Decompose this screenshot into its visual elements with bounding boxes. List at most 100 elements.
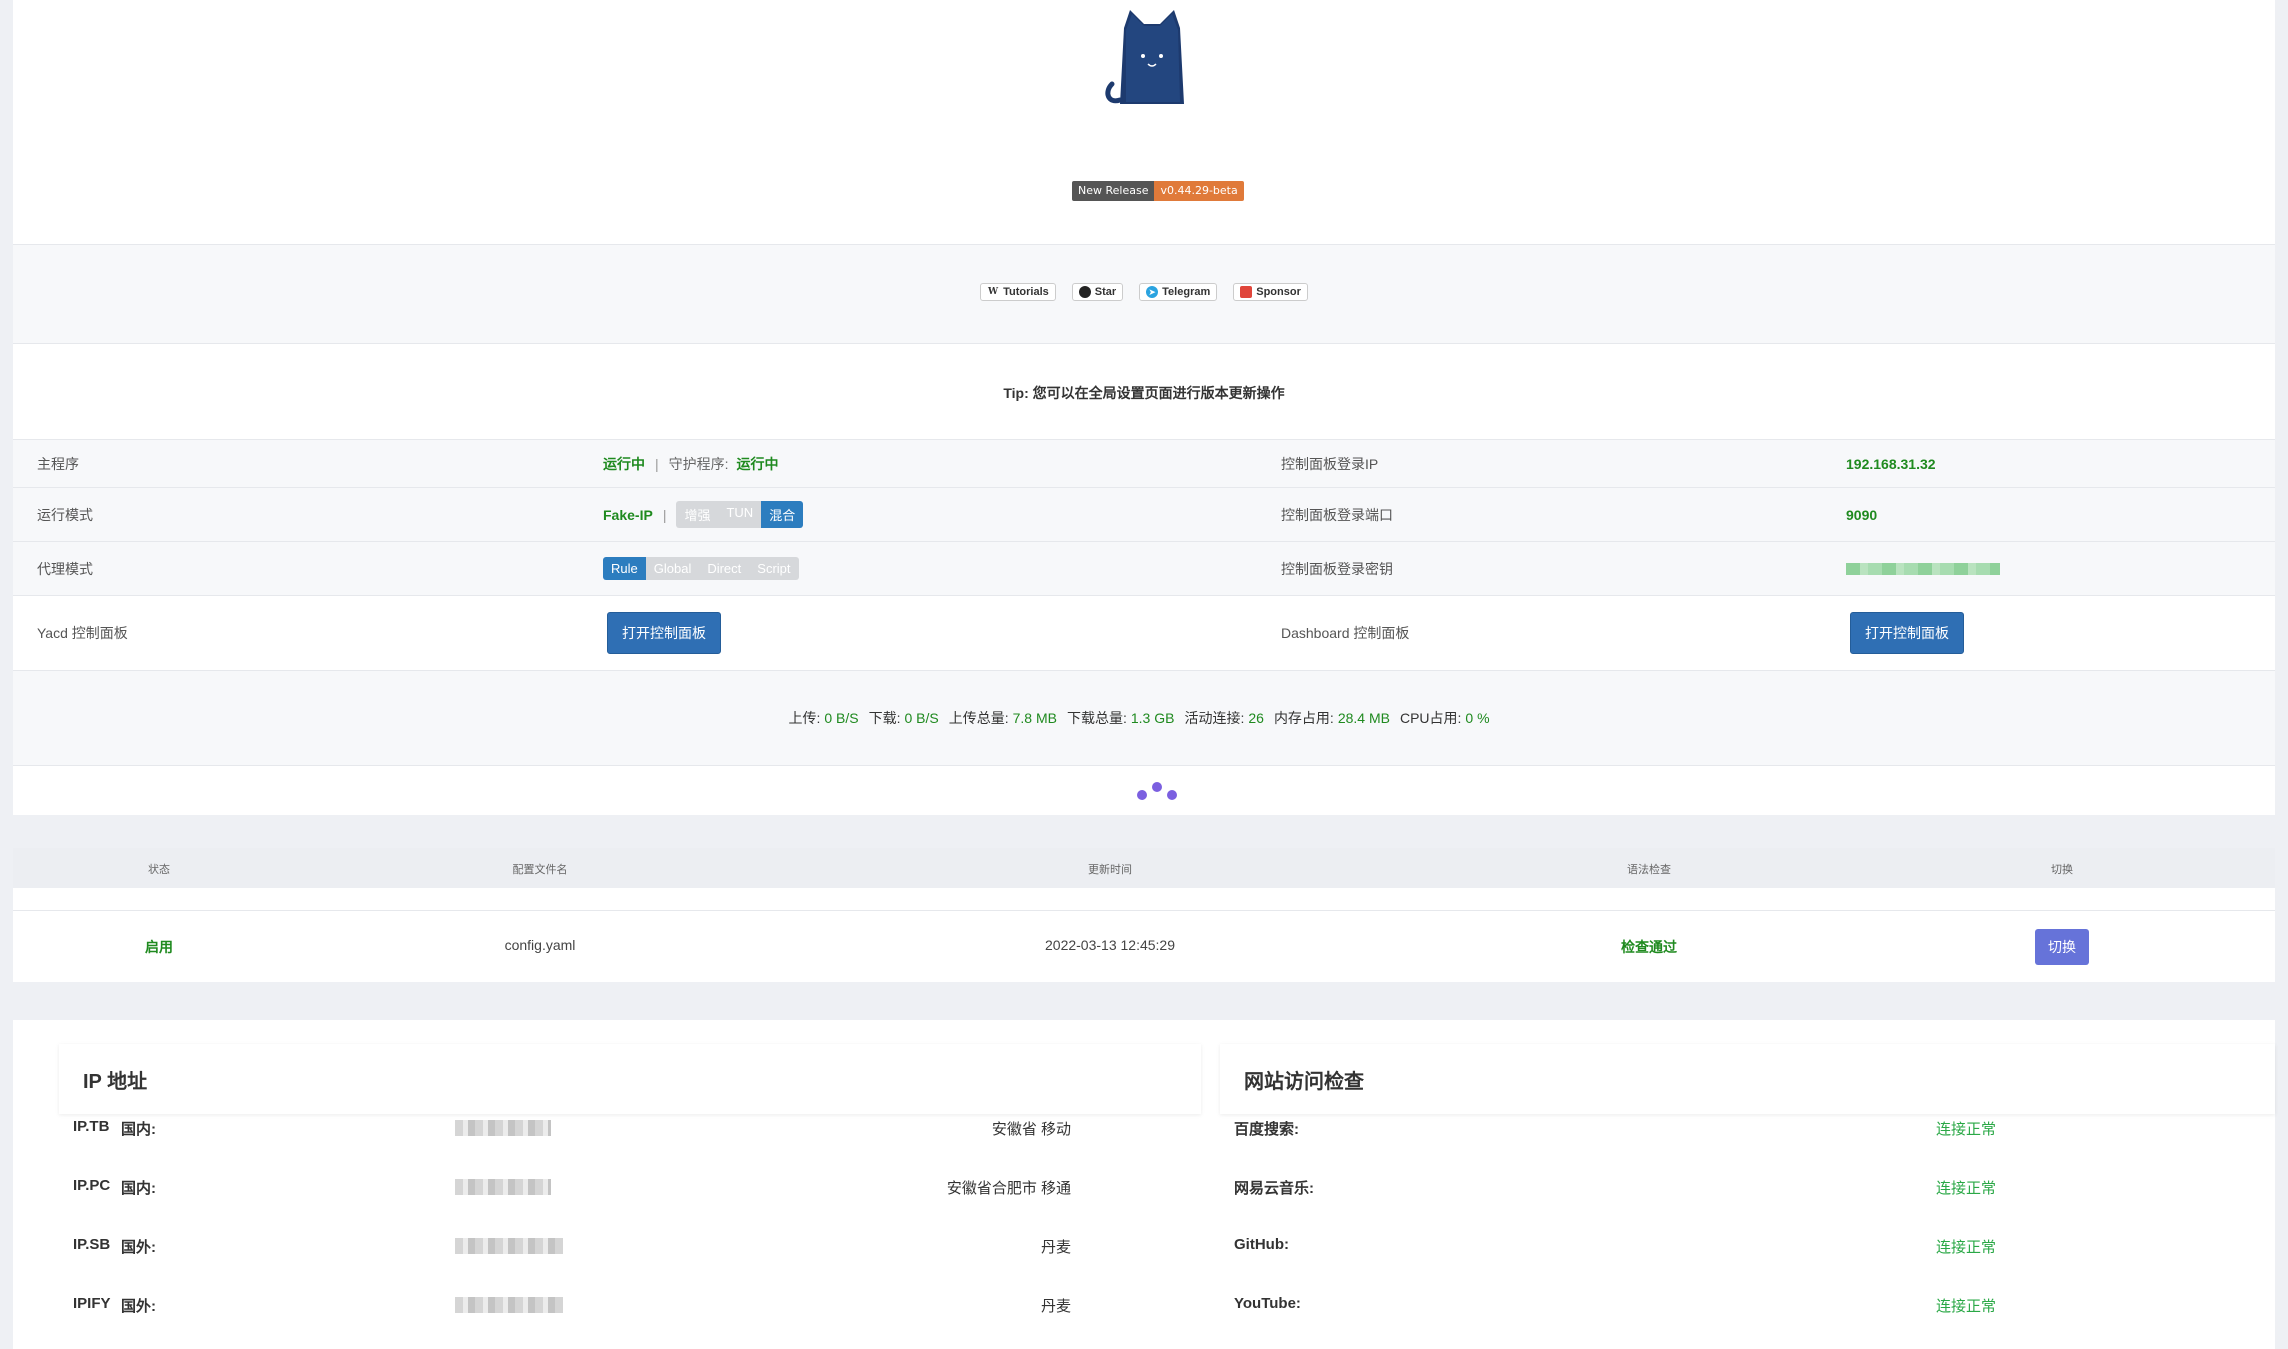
ip-source: IP.PC [73,1177,111,1194]
download-total-value: 1.3 GB [1130,710,1175,726]
ip-source: IPIFY [73,1295,111,1312]
site-panel-title: 网站访问检查 [1220,1044,2275,1114]
proxy-mode-control: Rule Global Direct Script [603,542,799,595]
run-mode-option-enhanced[interactable]: 增强 [676,501,719,528]
open-dashboard-button[interactable]: 打开控制面板 [1850,612,1964,654]
header-syntax: 语法检查 [1627,864,1671,876]
panel-port-label: 控制面板登录端口 [1281,506,1393,523]
ip-location: 安徽省 移动 [991,1121,1071,1138]
ip-row-ipsb: IP.SB 国外: 丹麦 [73,1236,1071,1276]
site-result: 连接正常 [1936,1121,1997,1138]
proxy-mode-option-script[interactable]: Script [749,557,799,580]
cpu-value: 0 % [1465,710,1490,726]
proxy-mode-option-global[interactable]: Global [645,557,700,580]
run-mode-option-tun[interactable]: TUN [718,501,762,528]
switch-config-button[interactable]: 切换 [2035,929,2089,965]
table-row: 启用 config.yaml 2022-03-13 12:45:29 检查通过 … [13,910,2275,982]
ip-row-ipify: IPIFY 国外: 丹麦 [73,1295,1071,1335]
run-mode-value: Fake-IP [603,506,653,523]
site-row-baidu: 百度搜索: 连接正常 [1234,1118,2134,1158]
yacd-button-cell: 打开控制面板 [607,596,721,670]
site-name: GitHub: [1234,1236,1289,1253]
github-icon [1078,286,1091,298]
status-row-run-mode: 运行模式 Fake-IP | 增强 TUN 混合 控制面板登录端口 9090 [13,487,2275,541]
cpu-label: CPU占用: [1399,710,1462,726]
ip-row-ippc: IP.PC 国内: 安徽省合肥市 移通 [73,1177,1071,1217]
config-filename: config.yaml [504,937,576,953]
masked-ip [455,1179,551,1195]
network-check-card: IP 地址 网站访问检查 IP.TB 国内: 安徽省 移动 IP.PC 国内: … [13,1020,2275,1349]
sponsor-label: Sponsor [1256,286,1301,298]
wikipedia-icon: W [988,287,999,297]
run-mode-option-mixed[interactable]: 混合 [761,501,804,528]
separator: | [655,455,659,472]
status-row-proxy-mode: 代理模式 Rule Global Direct Script 控制面板登录密钥 [13,541,2275,595]
proxy-mode-option-rule[interactable]: Rule [603,557,646,580]
traffic-stats: 上传: 0 B/S 下载: 0 B/S 上传总量: 7.8 MB 下载总量: 1… [13,670,2275,766]
ip-region: 国内: [121,1180,156,1197]
tutorials-label: Tutorials [1003,286,1049,298]
panel-ip-value: 192.168.31.32 [1846,455,1936,472]
upload-total-label: 上传总量: [948,710,1009,726]
sponsor-link[interactable]: Sponsor [1233,283,1308,301]
telegram-icon: ➤ [1146,286,1159,298]
ip-panel-title: IP 地址 [59,1044,1201,1114]
connections-value: 26 [1248,710,1264,726]
links-band: W Tutorials Star ➤ Telegram Sponsor [13,244,2275,344]
yacd-label: Yacd 控制面板 [37,625,128,641]
header-updated: 更新时间 [1088,864,1132,876]
panel-secret-label: 控制面板登录密钥 [1281,560,1393,577]
config-status: 启用 [145,939,173,955]
ip-source: IP.SB [73,1236,111,1253]
ip-location: 丹麦 [1040,1298,1071,1315]
panel-ip-label: 控制面板登录IP [1281,455,1379,472]
github-star-link[interactable]: Star [1071,283,1124,301]
header-status: 状态 [148,864,170,876]
masked-ip [455,1297,563,1313]
site-result: 连接正常 [1936,1180,1997,1197]
status-row-dashboards: Yacd 控制面板 打开控制面板 Dashboard 控制面板 打开控制面板 [13,595,2275,670]
main-program-value: 运行中 [603,455,645,472]
panel-port-value: 9090 [1846,506,1878,523]
config-table-header: 状态 配置文件名 更新时间 语法检查 切换 [13,848,2275,888]
status-row-program: 主程序 运行中 | 守护程序: 运行中 控制面板登录IP 192.168.31.… [13,439,2275,487]
ip-region: 国内: [121,1121,156,1138]
proxy-mode-option-direct[interactable]: Direct [699,557,750,580]
upload-label: 上传: [788,710,821,726]
daemon-value: 运行中 [736,455,779,472]
config-updated: 2022-03-13 12:45:29 [1045,937,1175,953]
release-badge-version: v0.44.29-beta [1154,181,1244,201]
release-badge[interactable]: New Release v0.44.29-beta [1072,181,1244,201]
ip-region: 国外: [121,1298,156,1315]
masked-secret [1846,562,2000,575]
telegram-link[interactable]: ➤ Telegram [1139,283,1218,301]
clash-cat-logo [1105,10,1184,104]
download-value: 0 B/S [904,710,939,726]
daemon-label: 守护程序: [668,455,729,472]
site-name: 网易云音乐: [1234,1180,1314,1197]
sponsor-icon [1240,286,1253,298]
memory-value: 28.4 MB [1337,710,1390,726]
loading-dot [1152,782,1162,792]
memory-label: 内存占用: [1273,710,1334,726]
open-yacd-button[interactable]: 打开控制面板 [607,612,721,654]
tutorials-link[interactable]: W Tutorials [980,283,1056,301]
site-name: 百度搜索: [1234,1121,1299,1138]
site-result: 连接正常 [1936,1239,1997,1256]
ip-row-iptb: IP.TB 国内: 安徽省 移动 [73,1118,1071,1158]
release-badge-label: New Release [1072,181,1155,201]
site-result: 连接正常 [1936,1298,1997,1315]
main-program-label: 主程序 [37,455,79,472]
panel-secret-value [1846,542,2000,595]
upload-total-value: 7.8 MB [1012,710,1057,726]
ip-region: 国外: [121,1239,156,1256]
site-row-netease: 网易云音乐: 连接正常 [1234,1177,2134,1217]
download-label: 下载: [868,710,901,726]
upload-value: 0 B/S [824,710,859,726]
ip-location: 安徽省合肥市 移通 [946,1180,1071,1197]
header-filename: 配置文件名 [512,864,568,876]
connections-label: 活动连接: [1184,710,1245,726]
ip-source: IP.TB [73,1118,110,1135]
config-syntax: 检查通过 [1621,939,1677,955]
overview-card: New Release v0.44.29-beta W Tutorials St… [13,0,2275,815]
